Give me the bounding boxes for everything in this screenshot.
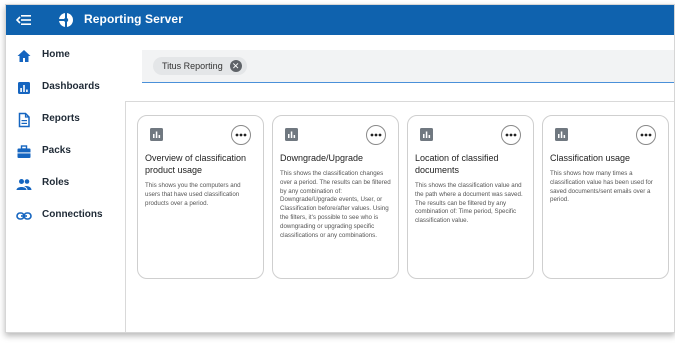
sidebar-item-home[interactable]: Home <box>6 44 125 68</box>
document-icon <box>18 112 30 128</box>
card-description: This shows the classification value and … <box>415 182 523 225</box>
app-window: Reporting Server Home Dashboards Reports… <box>5 4 675 333</box>
report-card[interactable]: Classification usage This shows how many… <box>542 115 669 279</box>
people-icon <box>16 179 32 190</box>
card-description: This shows you the computers and users t… <box>145 182 241 207</box>
filter-bar[interactable]: Titus Reporting ✕ <box>142 50 674 83</box>
chart-icon <box>285 128 298 141</box>
filter-chip-label: Titus Reporting <box>162 61 223 71</box>
report-card[interactable]: Downgrade/Upgrade This shows the classif… <box>272 115 399 279</box>
reports-panel: Overview of classification product usage… <box>125 101 674 332</box>
sidebar-item-label: Dashboards <box>42 81 100 92</box>
sidebar: Home Dashboards Reports Packs Roles Conn… <box>6 35 126 332</box>
report-card[interactable]: Location of classified documents This sh… <box>407 115 534 279</box>
chart-icon <box>555 128 568 141</box>
card-title: Location of classified documents <box>415 153 499 175</box>
sidebar-item-label: Roles <box>42 177 70 188</box>
card-description: This shows the classification changes ov… <box>280 170 391 239</box>
sidebar-item-roles[interactable]: Roles <box>6 172 125 196</box>
more-options-button[interactable] <box>231 125 251 145</box>
home-icon <box>17 50 31 62</box>
card-title: Downgrade/Upgrade <box>280 153 364 163</box>
card-title: Classification usage <box>550 153 631 163</box>
sidebar-item-connections[interactable]: Connections <box>6 204 125 228</box>
sidebar-item-dashboards[interactable]: Dashboards <box>6 76 125 100</box>
report-card[interactable]: Overview of classification product usage… <box>137 115 264 279</box>
card-description: This shows how many times a classificati… <box>550 170 653 204</box>
briefcase-icon <box>17 145 31 158</box>
reporting-server-logo-icon <box>59 13 73 27</box>
more-options-button[interactable] <box>501 125 521 145</box>
more-options-button[interactable] <box>636 125 656 145</box>
sidebar-item-label: Packs <box>42 145 71 156</box>
filter-chip[interactable]: Titus Reporting ✕ <box>153 57 247 75</box>
close-icon[interactable]: ✕ <box>229 60 242 72</box>
more-horizontal-icon <box>640 133 652 137</box>
collapse-menu-icon[interactable] <box>16 12 32 28</box>
more-horizontal-icon <box>235 133 247 137</box>
card-title: Overview of classification product usage <box>145 153 247 175</box>
link-icon <box>16 212 32 220</box>
sidebar-item-label: Connections <box>42 209 103 220</box>
sidebar-item-label: Home <box>42 49 70 60</box>
app-title: Reporting Server <box>84 12 183 26</box>
dashboard-icon <box>18 82 30 94</box>
sidebar-item-reports[interactable]: Reports <box>6 108 125 132</box>
sidebar-item-packs[interactable]: Packs <box>6 140 125 164</box>
more-horizontal-icon <box>370 133 382 137</box>
more-horizontal-icon <box>505 133 517 137</box>
top-bar: Reporting Server <box>6 5 674 35</box>
more-options-button[interactable] <box>366 125 386 145</box>
chart-icon <box>150 128 163 141</box>
main-content: Titus Reporting ✕ Overview of classifica… <box>125 35 674 332</box>
chart-icon <box>420 128 433 141</box>
sidebar-item-label: Reports <box>42 113 80 124</box>
